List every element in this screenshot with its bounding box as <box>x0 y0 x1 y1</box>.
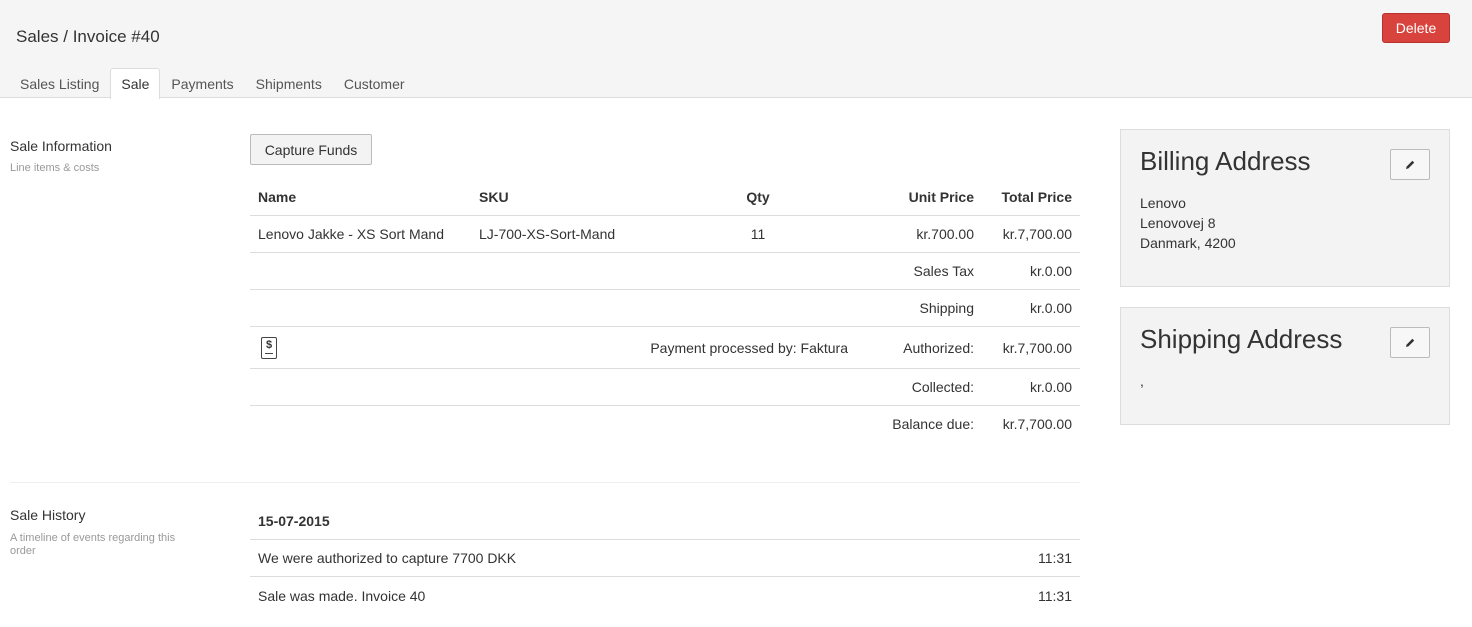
tab-shipments[interactable]: Shipments <box>245 68 333 98</box>
billing-line: Lenovovej 8 <box>1140 215 1216 231</box>
history-event-time: 11:31 <box>1038 587 1072 604</box>
column-header-total-price: Total Price <box>1001 188 1072 205</box>
section-divider <box>10 482 1080 483</box>
history-event-text: We were authorized to capture 7700 DKK <box>258 550 517 566</box>
collected-label: Collected: <box>911 379 974 395</box>
balance-label: Balance due: <box>892 416 974 432</box>
capture-funds-button[interactable]: Capture Funds <box>250 134 372 165</box>
edit-billing-button[interactable] <box>1390 149 1430 180</box>
sale-info-subtitle: Line items & costs <box>10 162 100 174</box>
column-header-sku: SKU <box>479 188 509 205</box>
sale-history-title: Sale History <box>10 507 86 523</box>
column-header-qty: Qty <box>746 188 770 205</box>
payment-processed-text: Payment processed by: Faktura <box>650 339 848 356</box>
tab-sale[interactable]: Sale <box>110 68 161 99</box>
billing-address-title: Billing Address <box>1140 146 1311 176</box>
receipt-icon[interactable]: $ <box>261 336 277 359</box>
sales-tax-row: Sales Tax kr.0.00 <box>250 253 1080 290</box>
column-header-name: Name <box>258 188 297 205</box>
shipping-value: kr.0.00 <box>1029 300 1072 316</box>
shipping-line: , <box>1140 373 1144 389</box>
page-header: Sales / Invoice #40 Delete Sales Listing… <box>0 0 1472 99</box>
history-event-text: Sale was made. Invoice 40 <box>258 587 426 604</box>
page-title: Sales / Invoice #40 <box>16 27 160 46</box>
edit-shipping-button[interactable] <box>1390 327 1430 358</box>
shipping-label: Shipping <box>919 300 975 316</box>
item-sku: LJ-700-XS-Sort-Mand <box>479 226 616 242</box>
billing-line: Danmark, 4200 <box>1140 235 1236 251</box>
billing-address-panel: Billing Address Lenovo Lenovovej 8 Danma… <box>1120 129 1450 287</box>
history-event-time: 11:31 <box>1038 550 1072 566</box>
shipping-address-panel: Shipping Address , <box>1120 307 1450 425</box>
table-row: Lenovo Jakke - XS Sort Mand LJ-700-XS-So… <box>250 216 1080 253</box>
tab-payments[interactable]: Payments <box>160 68 244 98</box>
collected-row: Collected: kr.0.00 <box>250 369 1080 406</box>
table-header-row: Name SKU Qty Unit Price Total Price <box>250 178 1080 216</box>
history-date-row: 15-07-2015 <box>250 502 1080 540</box>
shipping-row: Shipping kr.0.00 <box>250 290 1080 327</box>
item-name: Lenovo Jakke - XS Sort Mand <box>258 226 444 242</box>
shipping-address-lines: , <box>1140 371 1144 391</box>
collected-value: kr.0.00 <box>1029 379 1072 395</box>
sale-history-subtitle: A timeline of events regarding this orde… <box>10 532 176 557</box>
column-header-unit-price: Unit Price <box>908 188 974 205</box>
sales-tax-label: Sales Tax <box>913 263 974 279</box>
payment-icon-wrap: $ <box>261 327 277 368</box>
pencil-icon <box>1406 338 1415 347</box>
billing-address-lines: Lenovo Lenovovej 8 Danmark, 4200 <box>1140 193 1236 253</box>
authorized-value: kr.7,700.00 <box>1002 339 1072 356</box>
history-event-row: We were authorized to capture 7700 DKK 1… <box>250 540 1080 577</box>
sale-info-title: Sale Information <box>10 138 112 154</box>
shipping-address-title: Shipping Address <box>1140 324 1343 354</box>
item-qty: 11 <box>750 226 766 242</box>
tab-bar: Sales Listing Sale Payments Shipments Cu… <box>9 68 416 99</box>
history-event-row: Sale was made. Invoice 40 11:31 <box>250 577 1080 614</box>
authorized-label: Authorized: <box>903 339 974 356</box>
balance-row: Balance due: kr.7,700.00 <box>250 406 1080 442</box>
tab-sales-listing[interactable]: Sales Listing <box>9 68 110 98</box>
delete-button[interactable]: Delete <box>1382 13 1450 43</box>
authorized-row: $ Payment processed by: Faktura Authoriz… <box>250 327 1080 369</box>
sales-tax-value: kr.0.00 <box>1029 263 1072 279</box>
history-date: 15-07-2015 <box>258 512 330 529</box>
item-unit-price: kr.700.00 <box>916 226 974 242</box>
billing-line: Lenovo <box>1140 195 1186 211</box>
balance-value: kr.7,700.00 <box>1002 416 1072 432</box>
pencil-icon <box>1406 160 1415 169</box>
tab-customer[interactable]: Customer <box>333 68 416 98</box>
item-total-price: kr.7,700.00 <box>1002 226 1072 242</box>
